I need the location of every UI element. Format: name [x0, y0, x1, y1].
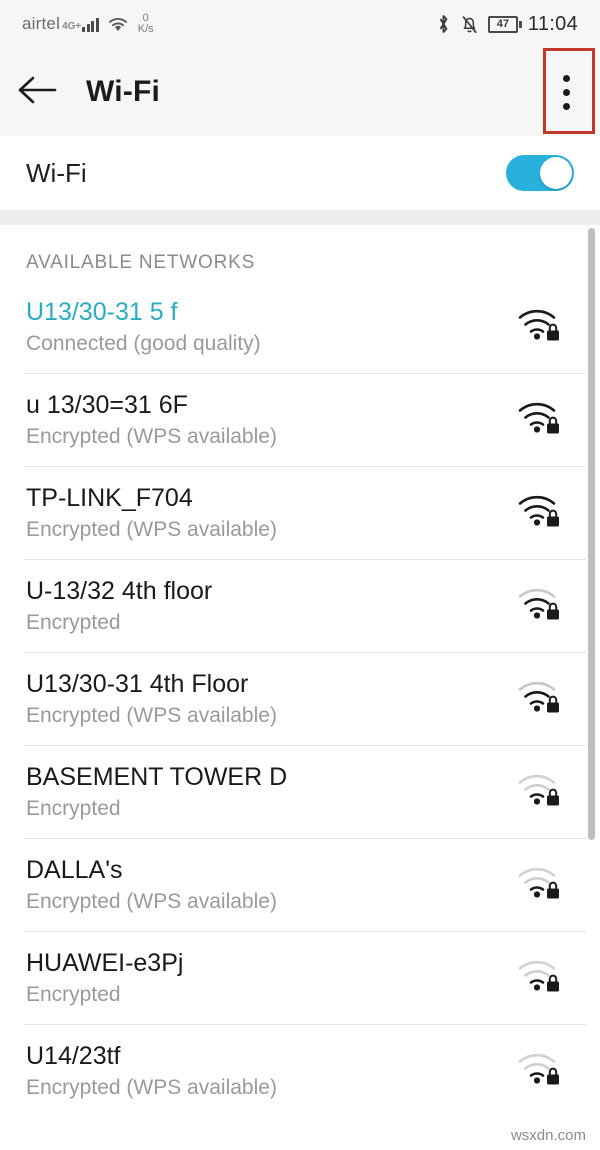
battery-level-label: 47 [487, 15, 518, 33]
wifi-toggle-label: Wi-Fi [26, 157, 87, 188]
row-divider [24, 745, 586, 746]
network-row[interactable]: U-13/32 4th floor Encrypted [0, 559, 600, 652]
network-row[interactable]: TP-LINK_F704 Encrypted (WPS available) [0, 466, 600, 559]
list-scrollbar[interactable] [588, 228, 595, 840]
carrier-label: airtel [22, 14, 61, 33]
network-ssid: U14/23tf [26, 1041, 121, 1070]
wifi-signal-lock-icon [516, 771, 562, 812]
wifi-signal-lock-icon [516, 306, 562, 347]
network-text: U13/30-31 4th Floor Encrypted (WPS availa… [26, 670, 277, 728]
status-bar-left: airtel 4G+ 0 K/s [22, 13, 154, 35]
phone-screen: airtel 4G+ 0 K/s 47 11:04 Wi-Fi Wi-Fi AV… [0, 0, 600, 1150]
wifi-toggle-knob [540, 157, 572, 189]
back-button[interactable] [0, 48, 74, 136]
network-status: Encrypted (WPS available) [26, 703, 277, 727]
network-text: HUAWEI-e3Pj Encrypted [26, 949, 183, 1007]
bluetooth-icon [436, 13, 451, 35]
wifi-toggle-switch[interactable] [506, 155, 574, 191]
row-divider [24, 931, 586, 932]
battery-icon: 47 [487, 15, 522, 33]
page-title: Wi-Fi [86, 75, 161, 108]
network-status: Encrypted [26, 796, 121, 820]
network-text: BASEMENT TOWER D Encrypted [26, 763, 287, 821]
clock-label: 11:04 [527, 12, 578, 35]
wifi-signal-lock-icon [516, 678, 562, 719]
back-arrow-icon [15, 75, 59, 110]
row-divider [24, 838, 586, 839]
wifi-status-icon [107, 16, 129, 33]
overflow-dot [562, 74, 570, 82]
available-networks-header: AVAILABLE NETWORKS [26, 252, 256, 273]
overflow-menu-button[interactable] [532, 48, 600, 136]
network-row[interactable]: U13/30-31 5 f Connected (good quality) [0, 280, 600, 373]
data-rate-unit: K/s [137, 23, 154, 35]
network-status: Encrypted (WPS available) [26, 517, 277, 541]
network-row[interactable]: U13/30-31 4th Floor Encrypted (WPS availa… [0, 652, 600, 745]
network-ssid: DALLA's [26, 855, 123, 884]
network-ssid: U13/30-31 5 f [26, 297, 178, 326]
section-divider-band [0, 210, 600, 225]
network-ssid: HUAWEI-e3Pj [26, 948, 184, 977]
available-networks-list: AVAILABLE NETWORKS U13/30-31 5 f Connecte… [0, 225, 600, 1150]
network-status: Encrypted (WPS available) [26, 424, 277, 448]
row-divider [24, 559, 586, 560]
network-ssid: u 13/30=31 6F [26, 390, 188, 419]
wifi-signal-lock-icon [516, 399, 562, 440]
network-text: TP-LINK_F704 Encrypted (WPS available) [26, 484, 277, 542]
network-status: Connected (good quality) [26, 331, 261, 355]
status-bar: airtel 4G+ 0 K/s 47 11:04 [0, 0, 600, 48]
network-ssid: U13/30-31 4th Floor [26, 669, 249, 698]
network-text: DALLA's Encrypted (WPS available) [26, 856, 277, 914]
network-status: Encrypted [26, 982, 121, 1006]
status-bar-right: 47 11:04 [436, 13, 578, 36]
network-ssid: BASEMENT TOWER D [26, 762, 288, 791]
row-divider [24, 1024, 586, 1025]
row-divider [24, 466, 586, 467]
network-row[interactable]: HUAWEI-e3Pj Encrypted [0, 931, 600, 1024]
network-ssid: TP-LINK_F704 [26, 483, 193, 512]
network-text: U13/30-31 5 f Connected (good quality) [26, 298, 261, 356]
network-row[interactable]: u 13/30=31 6F Encrypted (WPS available) [0, 373, 600, 466]
row-divider [24, 652, 586, 653]
network-type-label: 4G+ [62, 21, 82, 32]
network-row[interactable]: BASEMENT TOWER D Encrypted [0, 745, 600, 838]
bell-muted-icon [460, 14, 479, 35]
network-row[interactable]: U14/23tf Encrypted (WPS available) [0, 1024, 600, 1117]
battery-tip [518, 20, 522, 28]
overflow-dot [562, 88, 570, 96]
watermark-label: wsxdn.com [510, 1127, 586, 1144]
network-status: Encrypted [26, 610, 121, 634]
cellular-signal-icon [82, 16, 99, 32]
wifi-toggle-row[interactable]: Wi-Fi [0, 136, 600, 210]
app-bar: Wi-Fi [0, 48, 600, 136]
wifi-signal-lock-icon [516, 864, 562, 905]
overflow-dot [562, 102, 570, 110]
network-status: Encrypted (WPS available) [26, 1075, 277, 1099]
network-text: U-13/32 4th floor Encrypted [26, 577, 212, 635]
wifi-signal-lock-icon [516, 492, 562, 533]
wifi-signal-lock-icon [516, 585, 562, 626]
network-status: Encrypted (WPS available) [26, 889, 277, 913]
network-text: U14/23tf Encrypted (WPS available) [26, 1042, 277, 1100]
wifi-signal-lock-icon [516, 957, 562, 998]
network-ssid: U-13/32 4th floor [26, 576, 213, 605]
network-text: u 13/30=31 6F Encrypted (WPS available) [26, 391, 277, 449]
data-rate-indicator: 0 K/s [138, 13, 154, 35]
network-row[interactable]: DALLA's Encrypted (WPS available) [0, 838, 600, 931]
wifi-signal-lock-icon [516, 1050, 562, 1091]
row-divider [24, 373, 586, 374]
